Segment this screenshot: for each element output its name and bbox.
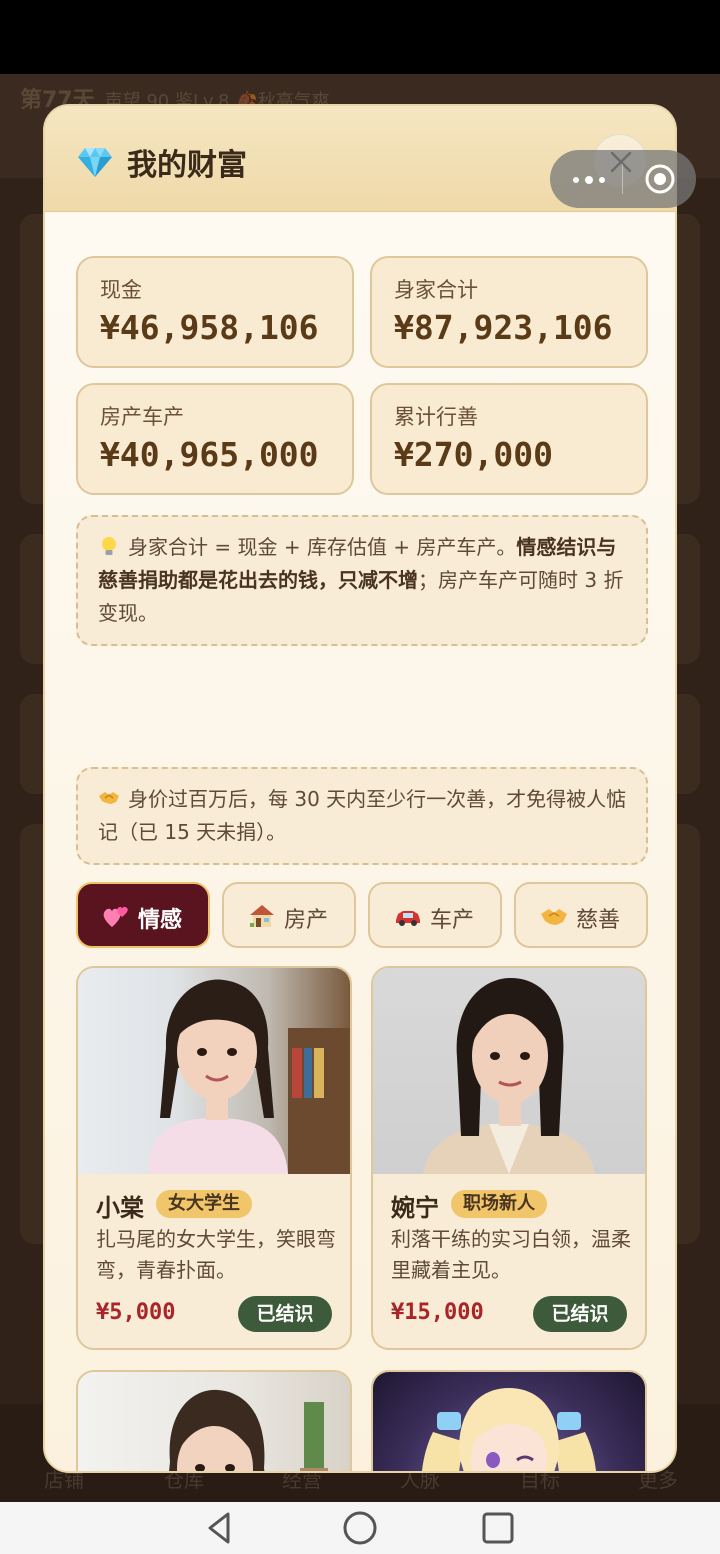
person-name: 婉宁 [391,1194,439,1222]
handshake-icon [99,792,119,804]
status-bar [0,0,720,74]
stat-label: 身家合计 [394,278,478,302]
recents-icon[interactable] [480,1510,516,1546]
wealth-modal: 我的财富 现金 ¥46,958,106 身家合计 ¥87,923,106 房产车… [43,104,677,1473]
tab-label: 情感 [138,908,183,933]
tab-label: 慈善 [576,908,621,933]
notice-text: 身家合计 = 现金 + 库存估值 + 房产车产。 [128,535,517,559]
person-card[interactable]: 婉宁 职场新人 利落干练的实习白领，温柔里藏着主见。 ¥15,000 已结识 [371,966,647,1350]
person-photo [78,1372,350,1471]
person-desc: 扎马尾的女大学生，笑眼弯弯，青春扑面。 [96,1227,336,1282]
system-nav-bar [0,1502,720,1554]
tab-label: 车产 [430,908,475,933]
stat-property: 房产车产 ¥40,965,000 [76,383,354,495]
stat-value: ¥46,958,106 [100,308,319,347]
person-price: ¥15,000 [391,1300,484,1325]
stat-cash: 现金 ¥46,958,106 [76,256,354,368]
person-photo [78,968,350,1174]
capsule-divider [622,164,623,194]
tab-house[interactable]: 房产 [222,882,356,948]
person-card[interactable]: 小棠 女大学生 扎马尾的女大学生，笑眼弯弯，青春扑面。 ¥5,000 已结识 [76,966,352,1350]
tab-emotion[interactable]: 情感 [76,882,210,948]
hearts-icon [103,906,128,927]
stat-net-worth: 身家合计 ¥87,923,106 [370,256,648,368]
close-miniprogram-icon[interactable] [644,163,676,195]
tab-label: 房产 [284,908,329,933]
more-icon[interactable] [572,176,606,184]
handshake-icon [541,909,567,925]
modal-body: 现金 ¥46,958,106 身家合计 ¥87,923,106 房产车产 ¥40… [45,212,675,1471]
stat-label: 现金 [100,278,142,302]
stat-label: 房产车产 [100,405,184,429]
stat-value: ¥87,923,106 [394,308,613,347]
lightbulb-icon [102,537,116,555]
person-tag: 职场新人 [451,1190,547,1218]
person-name: 小棠 [96,1194,144,1222]
person-card[interactable] [371,1370,647,1471]
status-badge: 已结识 [238,1296,332,1332]
notice-text: 身价过百万后，每 30 天内至少行一次善，才免得被人惦记（已 15 天未捐）。 [98,787,627,844]
person-photo [373,1372,645,1471]
tab-car[interactable]: 车产 [368,882,502,948]
stat-charity: 累计行善 ¥270,000 [370,383,648,495]
stat-value: ¥40,965,000 [100,435,319,474]
person-card[interactable] [76,1370,352,1471]
miniprogram-capsule [550,150,696,208]
tab-charity[interactable]: 慈善 [514,882,648,948]
person-tag: 女大学生 [156,1190,252,1218]
person-photo [373,968,645,1174]
modal-title: 我的财富 [127,148,247,183]
charity-notice: 身价过百万后，每 30 天内至少行一次善，才免得被人惦记（已 15 天未捐）。 [76,767,648,865]
person-desc: 利落干练的实习白领，温柔里藏着主见。 [391,1227,631,1282]
stat-label: 累计行善 [394,405,478,429]
wealth-notice: 身家合计 = 现金 + 库存估值 + 房产车产。情感结识与慈善捐助都是花出去的钱… [76,515,648,646]
screen: 第77天声望 90 鉴Lv.8 🍂秋高气爽 店铺 仓库 经营 人脉 目标 更多 [0,0,720,1554]
stat-value: ¥270,000 [394,435,553,474]
gem-icon [78,148,112,177]
status-badge: 已结识 [533,1296,627,1332]
home-icon[interactable] [342,1510,378,1546]
house-icon [250,905,274,927]
car-icon [396,911,420,926]
back-icon[interactable] [202,1510,238,1546]
person-price: ¥5,000 [96,1300,176,1325]
